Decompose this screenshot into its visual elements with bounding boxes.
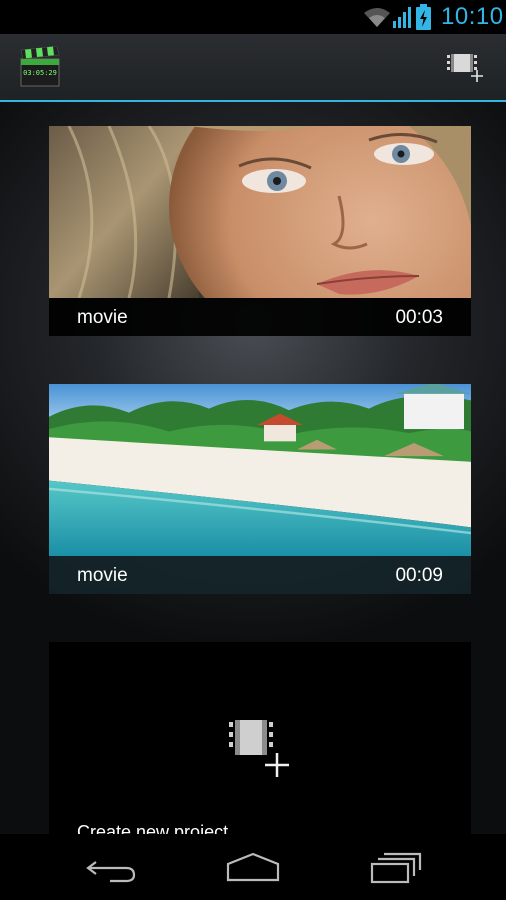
action-bar: 03:05:29 [0, 34, 506, 102]
project-name: movie [77, 307, 128, 328]
project-thumbnail [49, 126, 471, 298]
project-list[interactable]: movie 00:03 movie 00:09 Create new proje… [0, 102, 506, 834]
clapperboard-timecode: 03:05:29 [23, 69, 57, 77]
project-duration: 00:09 [395, 565, 443, 586]
add-video-icon[interactable] [447, 51, 485, 85]
project-duration: 00:03 [395, 307, 443, 328]
create-project-label: Create new project [77, 822, 229, 834]
clapperboard-icon[interactable]: 03:05:29 [19, 46, 61, 88]
project-caption: movie 00:09 [49, 556, 471, 594]
recent-apps-icon[interactable] [366, 850, 426, 884]
project-card[interactable]: movie 00:03 [49, 126, 471, 336]
project-caption: movie 00:03 [49, 298, 471, 336]
create-project-card[interactable]: Create new project [49, 642, 471, 834]
status-clock: 10:10 [441, 3, 504, 30]
add-video-icon [229, 720, 289, 777]
signal-icon [393, 7, 411, 28]
project-card[interactable]: movie 00:09 [49, 384, 471, 594]
home-icon[interactable] [223, 850, 283, 884]
navigation-bar [0, 834, 506, 900]
status-bar: 10:10 [0, 0, 506, 34]
back-icon[interactable] [82, 850, 142, 884]
project-thumbnail [49, 384, 471, 556]
project-name: movie [77, 565, 128, 586]
battery-charging-icon [416, 4, 431, 30]
wifi-icon [364, 8, 390, 27]
